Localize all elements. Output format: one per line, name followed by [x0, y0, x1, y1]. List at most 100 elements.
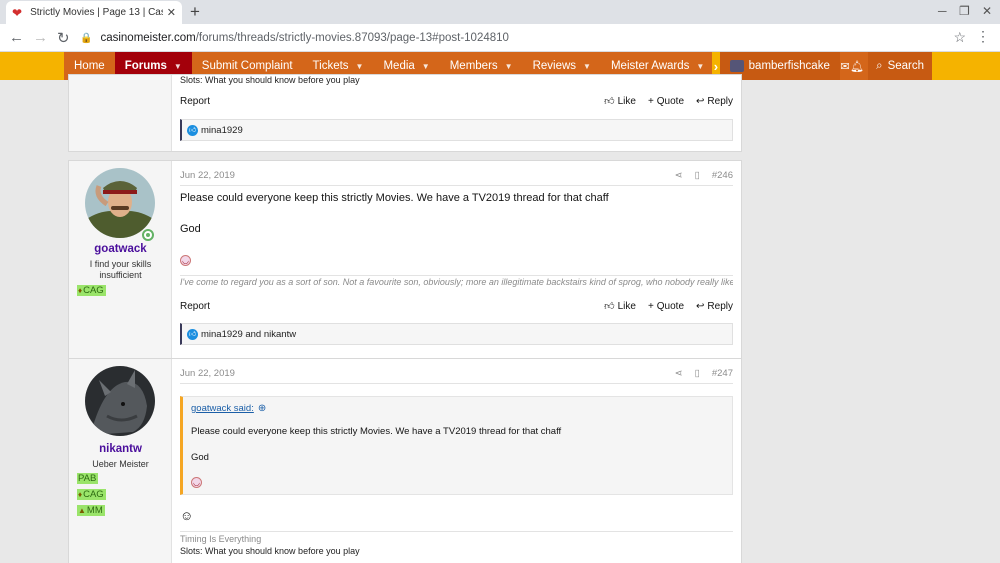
- reactions-bar[interactable]: 👍︎ mina1929 and nikantw: [180, 323, 733, 345]
- expand-quote-icon[interactable]: ⊕: [258, 403, 266, 414]
- badge-cag[interactable]: ♦ CAG: [77, 285, 106, 296]
- bookmark-star-icon[interactable]: ☆: [953, 29, 966, 46]
- chevron-down-icon[interactable]: ▼: [422, 62, 430, 71]
- restore-icon[interactable]: ❐: [959, 4, 970, 18]
- trophy-icon: ♦: [78, 490, 83, 499]
- meister-icon: ▲: [78, 506, 86, 515]
- chevron-down-icon[interactable]: ▼: [505, 62, 513, 71]
- badge-pab[interactable]: PAB: [77, 473, 99, 484]
- quote-button[interactable]: + Quote: [648, 96, 684, 107]
- like-reaction-icon: 👍︎: [187, 124, 198, 136]
- reply-button[interactable]: ↩ Reply: [696, 301, 733, 312]
- user-pane: nikantw Ueber Meister PAB ♦ CAG ▲ MM: [69, 359, 172, 563]
- post-text-line: God: [180, 223, 201, 235]
- reactions-bar[interactable]: 👍︎ mina1929: [180, 119, 733, 141]
- reply-arrow-icon: ↩: [696, 300, 705, 312]
- forward-icon[interactable]: →: [33, 29, 48, 46]
- user-pane: [69, 75, 172, 151]
- url-host: casinomeister.com: [100, 32, 196, 44]
- bookmark-icon[interactable]: ▯: [695, 368, 700, 379]
- divider: [180, 383, 733, 384]
- avatar[interactable]: [85, 168, 155, 238]
- badge-cag[interactable]: ♦ CAG: [77, 489, 106, 500]
- username[interactable]: nikantw: [69, 443, 172, 455]
- tab-title: Strictly Movies | Page 13 | Casinom: [30, 7, 163, 18]
- close-window-icon[interactable]: ✕: [982, 4, 992, 18]
- quote-text-line: Please could everyone keep this strictly…: [191, 426, 562, 437]
- post-date[interactable]: Jun 22, 2019: [180, 170, 663, 181]
- chevron-down-icon[interactable]: ▼: [174, 62, 182, 71]
- smile-icon: ◡: [191, 477, 202, 488]
- chevron-down-icon[interactable]: ▼: [583, 62, 591, 71]
- smile-emoji: ◡: [180, 254, 733, 266]
- signature-link[interactable]: Slots: What you should know before you p…: [180, 546, 360, 556]
- signature: I've come to regard you as a sort of son…: [180, 277, 733, 287]
- report-link[interactable]: Report: [180, 301, 592, 312]
- reaction-users[interactable]: mina1929: [201, 125, 243, 136]
- bookmark-icon[interactable]: ▯: [695, 170, 700, 181]
- reaction-users[interactable]: mina1929 and nikantw: [201, 329, 296, 340]
- browser-tab[interactable]: ❤ Strictly Movies | Page 13 | Casinom ✕: [6, 1, 182, 24]
- new-tab-icon[interactable]: +: [190, 2, 200, 22]
- lock-icon: 🔒: [80, 32, 93, 44]
- user-avatar: [729, 60, 744, 72]
- post-header: Jun 22, 2019 ⋖ ▯ #246: [180, 169, 733, 181]
- reload-icon[interactable]: ↻: [57, 29, 70, 47]
- browser-menu-icon[interactable]: ⋮: [976, 28, 990, 45]
- divider: [180, 531, 733, 532]
- quote-button[interactable]: + Quote: [648, 301, 684, 312]
- close-tab-icon[interactable]: ✕: [167, 6, 176, 19]
- share-icon[interactable]: ⋖: [675, 170, 683, 181]
- online-indicator: [142, 229, 154, 241]
- minimize-icon[interactable]: ─: [938, 4, 947, 18]
- inbox-icon[interactable]: ✉: [840, 60, 850, 73]
- post-actions: Report 👍︎ Like + Quote ↩ Reply: [180, 94, 733, 108]
- alerts-bell-icon[interactable]: 🔔︎: [850, 60, 864, 73]
- thread-content: Slots: What you should know before you p…: [68, 74, 742, 563]
- heart-favicon-icon: ❤: [12, 5, 23, 20]
- share-icon[interactable]: ⋖: [675, 368, 683, 379]
- post-actions: Report 👍︎ Like + Quote ↩ Reply: [180, 299, 733, 313]
- grin-icon: ☺: [180, 508, 194, 523]
- quote-author-link[interactable]: goatwack said: ⊕: [191, 403, 266, 414]
- report-link[interactable]: Report: [180, 96, 592, 107]
- thumbs-up-icon: 👍︎: [604, 301, 615, 312]
- url-field[interactable]: 🔒 casinomeister.com/forums/threads/stric…: [80, 27, 970, 49]
- nav-search-button[interactable]: ⌕ Search: [868, 52, 932, 80]
- divider: [180, 185, 733, 186]
- address-bar: ← → ↻ 🔒 casinomeister.com/forums/threads…: [0, 24, 1000, 52]
- post-header: Jun 22, 2019 ⋖ ▯ #247: [180, 367, 733, 379]
- avatar[interactable]: [85, 366, 155, 436]
- reply-arrow-icon: ↩: [696, 95, 705, 107]
- thumbs-up-icon: 👍︎: [604, 96, 615, 107]
- badge-mm[interactable]: ▲ MM: [77, 505, 105, 516]
- like-button[interactable]: 👍︎ Like: [604, 300, 636, 313]
- browser-tab-bar: ❤ Strictly Movies | Page 13 | Casinom ✕ …: [0, 0, 1000, 24]
- post-date[interactable]: Jun 22, 2019: [180, 368, 663, 379]
- signature-line[interactable]: Slots: What you should know before you p…: [180, 75, 360, 85]
- nav-username: bamberfishcake: [748, 60, 830, 72]
- username[interactable]: goatwack: [69, 243, 172, 255]
- post-247: nikantw Ueber Meister PAB ♦ CAG ▲ MM Jun 2…: [68, 358, 742, 563]
- back-icon[interactable]: ←: [9, 29, 24, 46]
- smile-icon: ◡: [180, 255, 191, 266]
- trophy-icon: ♦: [78, 286, 83, 295]
- post-number[interactable]: #246: [712, 170, 733, 181]
- reply-button[interactable]: ↩ Reply: [696, 96, 733, 107]
- post-number[interactable]: #247: [712, 368, 733, 379]
- user-title: Ueber Meister: [92, 459, 149, 469]
- reply-emoji: ☺: [180, 508, 733, 523]
- chevron-down-icon[interactable]: ▼: [696, 62, 704, 71]
- like-reaction-icon: 👍︎: [187, 328, 198, 340]
- post-text-line: Please could everyone keep this strictly…: [180, 192, 609, 204]
- like-button[interactable]: 👍︎ Like: [604, 95, 636, 108]
- plus-icon: +: [647, 300, 654, 312]
- quote-text-line: God: [191, 452, 209, 463]
- chevron-down-icon[interactable]: ▼: [356, 62, 364, 71]
- quote-block: goatwack said: ⊕ Please could everyone ke…: [180, 396, 733, 495]
- signature-line: Timing Is Everything: [180, 534, 262, 544]
- smile-emoji: ◡: [191, 477, 202, 488]
- search-icon: ⌕: [876, 59, 883, 72]
- post-previous: Slots: What you should know before you p…: [68, 74, 742, 152]
- url-path: /forums/threads/strictly-movies.87093/pa…: [195, 32, 509, 44]
